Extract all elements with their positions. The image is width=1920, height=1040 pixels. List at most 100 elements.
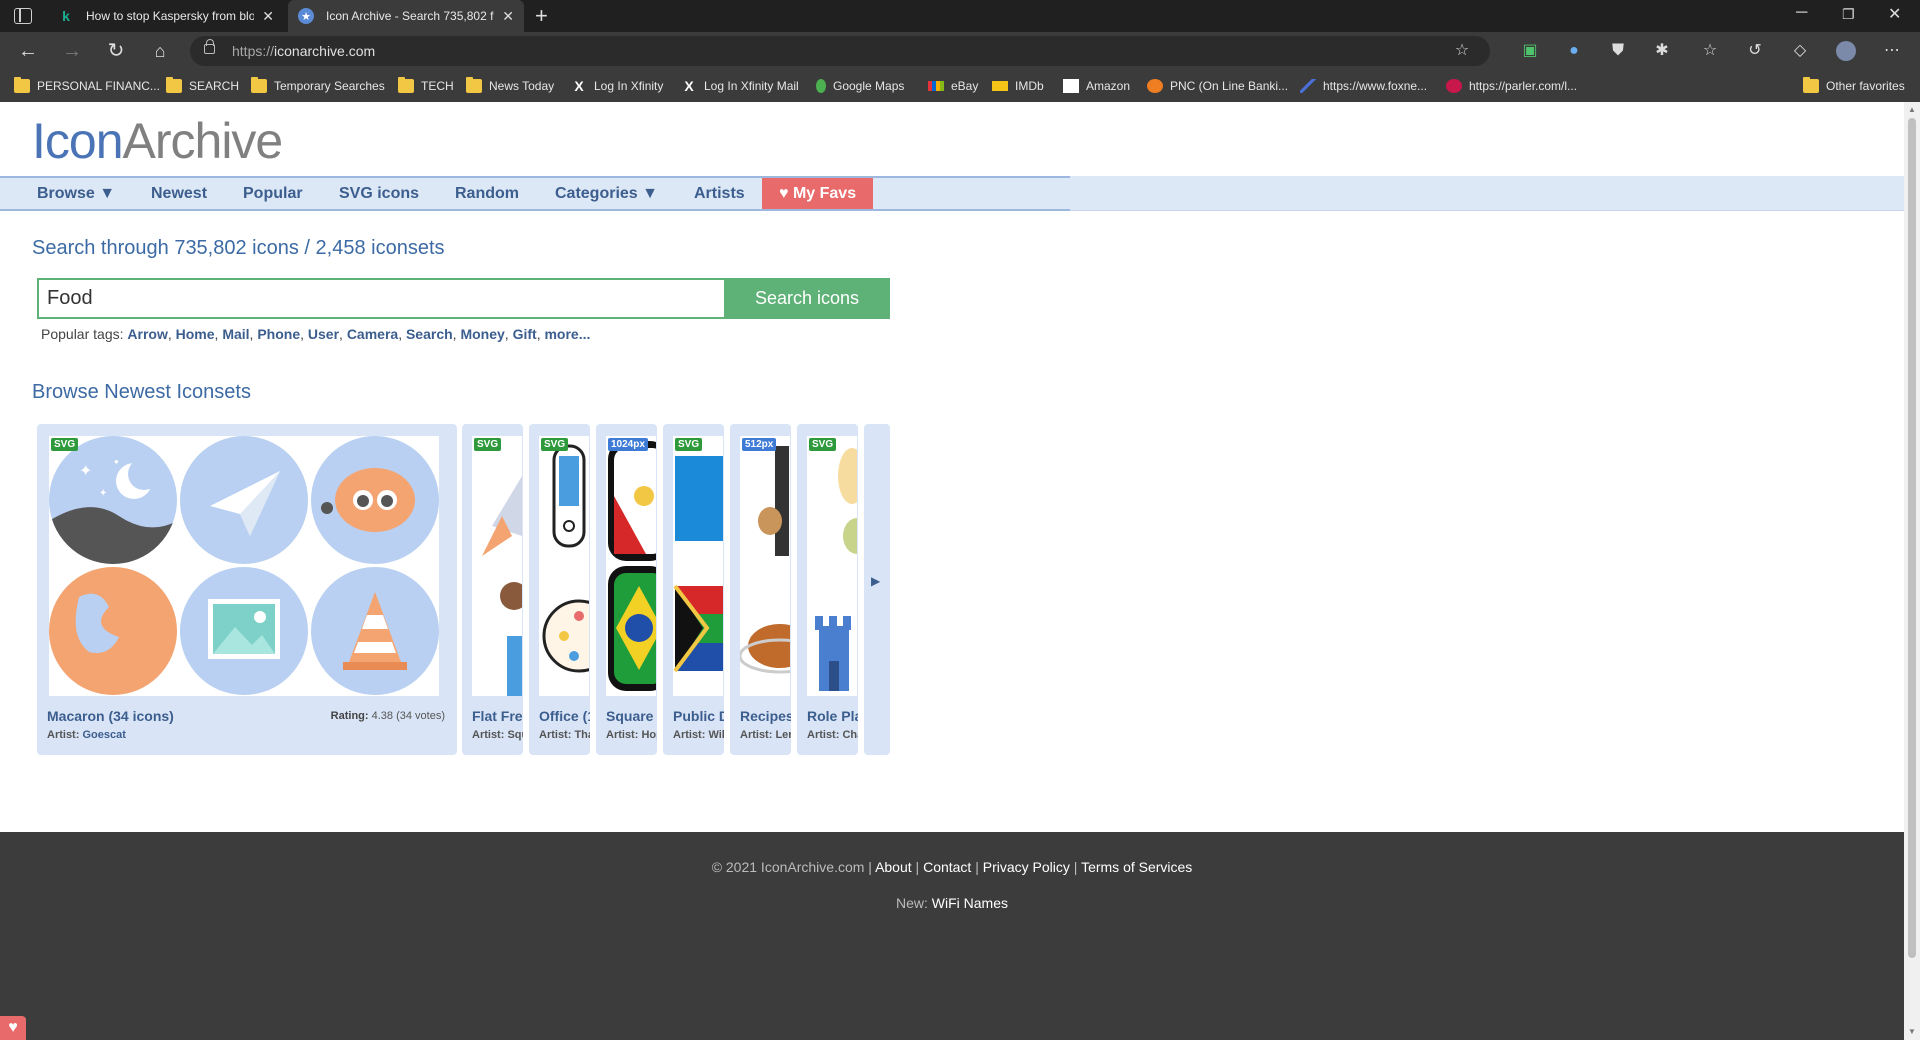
tab-icon-archive[interactable]: ★ Icon Archive - Search 735,802 fr ✕ [288,0,524,32]
address-bar[interactable]: https://iconarchive.com ☆ [190,36,1490,66]
bookmark-personal-finance[interactable]: PERSONAL FINANC... [14,76,160,96]
tag-link[interactable]: User [308,326,339,342]
favorites-heart-icon[interactable]: ♥ [0,1016,26,1040]
bookmark-xfinity[interactable]: X Log In Xfinity [571,76,663,96]
tag-link[interactable]: Mail [222,326,249,342]
restore-icon[interactable]: ❐ [1842,6,1855,23]
extension-icon[interactable]: ▣ [1520,41,1540,61]
history-icon[interactable]: ↺ [1745,41,1765,61]
extensions-puzzle-icon[interactable]: ✱ [1652,41,1672,61]
close-tab-icon[interactable]: ✕ [502,8,514,25]
iconset-card-office[interactable]: SVG Office (1 Artist: Tha [529,424,590,755]
nav-newest[interactable]: Newest [134,178,224,209]
bookmark-imdb[interactable]: IMDb [992,76,1044,96]
back-icon[interactable]: ← [16,39,40,63]
footer: © 2021 IconArchive.com | About | Contact… [0,832,1904,1040]
bookmark-temporary-searches[interactable]: Temporary Searches [251,76,385,96]
scroll-thumb[interactable] [1908,118,1916,958]
iconset-title[interactable]: Recipes [740,708,791,724]
bookmark-google-maps[interactable]: Google Maps [816,76,904,96]
iconset-title[interactable]: Public D [673,708,724,724]
tag-link[interactable]: Gift [513,326,537,342]
imdb-icon [992,81,1008,91]
nav-popular[interactable]: Popular [226,178,320,209]
menu-icon[interactable]: ⋯ [1882,41,1902,61]
iconset-card-macaron[interactable]: ✦ ✦ ● SVG Macaron (34 icons) Artist: Goesc… [37,424,457,755]
tab-kaspersky[interactable]: k How to stop Kaspersky from blo ✕ [48,0,284,32]
footer-about-link[interactable]: About [875,859,912,875]
fox-icon [1300,79,1316,93]
iconset-card-public-domain[interactable]: SVG Public D Artist: Wik [663,424,724,755]
search-input[interactable] [37,278,724,319]
iconset-title[interactable]: Square [606,708,653,724]
refresh-icon[interactable]: ↻ [104,39,128,63]
bookmark-amazon[interactable]: Amazon [1063,76,1130,96]
nav-artists[interactable]: Artists [677,178,762,209]
folder-icon [466,77,482,93]
favorites-icon[interactable]: ☆ [1700,41,1720,61]
bookmark-news-today[interactable]: News Today [466,76,554,96]
search-extension-icon[interactable]: ● [1564,41,1584,61]
home-icon[interactable]: ⌂ [148,39,172,63]
footer-privacy-link[interactable]: Privacy Policy [983,859,1070,875]
tag-link[interactable]: Arrow [127,326,167,342]
bookmark-parler[interactable]: https://parler.com/l... [1446,76,1577,96]
scroll-up-icon[interactable]: ▲ [1908,106,1916,114]
next-iconsets-button[interactable]: ▶ [864,424,890,755]
nav-my-favs[interactable]: ♥ My Favs [762,178,874,209]
page-scrollbar[interactable]: ▲ ▼ [1904,102,1920,1040]
iconset-card-flat-free[interactable]: SVG Flat Free Artist: Squ [462,424,523,755]
artist-link[interactable]: Goescat [82,729,125,741]
nav-browse[interactable]: Browse ▼ [20,178,132,209]
more-tags-link[interactable]: more... [544,326,590,342]
wifi-names-link[interactable]: WiFi Names [932,895,1008,911]
iconset-preview: SVG [807,436,857,696]
collections-icon[interactable]: ◇ [1790,41,1810,61]
iconset-title[interactable]: Flat Free [472,708,523,724]
bookmark-ebay[interactable]: eBay [928,76,978,96]
tab-strip: k How to stop Kaspersky from blo ✕ ★ Ico… [0,0,1920,32]
avatar[interactable] [1836,41,1856,61]
shield-icon[interactable]: ⛊ [1608,41,1628,61]
footer-links: © 2021 IconArchive.com | About | Contact… [711,859,1193,875]
bookmark-xfinity-mail[interactable]: X Log In Xfinity Mail [681,76,798,96]
folder-icon [166,77,182,93]
iconset-title[interactable]: Office (1 [539,708,590,724]
footer-terms-link[interactable]: Terms of Services [1081,859,1192,875]
tag-link[interactable]: Phone [257,326,300,342]
site-logo[interactable]: IconArchive [32,112,283,170]
forward-icon[interactable]: → [60,39,84,63]
footer-contact-link[interactable]: Contact [923,859,971,875]
nav-random[interactable]: Random [438,178,536,209]
iconset-title[interactable]: Role Pla [807,708,858,724]
bookmark-search[interactable]: SEARCH [166,76,239,96]
tag-link[interactable]: Search [406,326,453,342]
new-tab-icon[interactable]: + [535,3,548,29]
x-icon: X [684,78,694,94]
nav-categories[interactable]: Categories ▼ [538,178,675,209]
add-favorite-icon[interactable]: ☆ [1452,41,1472,61]
tag-link[interactable]: Home [176,326,215,342]
bookmark-pnc[interactable]: PNC (On Line Banki... [1147,76,1288,96]
iconset-card-square[interactable]: 1024px Square Artist: Hop [596,424,657,755]
amazon-icon [1063,79,1079,93]
iconset-card-role-play[interactable]: SVG Role Pla Artist: Cha [797,424,858,755]
nav-svg-icons[interactable]: SVG icons [322,178,436,209]
bookmark-foxnews[interactable]: https://www.foxne... [1300,76,1427,96]
tag-link[interactable]: Camera [347,326,398,342]
bookmark-tech[interactable]: TECH [398,76,454,96]
scroll-down-icon[interactable]: ▼ [1908,1028,1916,1036]
close-tab-icon[interactable]: ✕ [262,8,274,25]
x-icon: X [574,78,584,94]
iconset-preview[interactable]: ✦ ✦ ● SVG [49,436,439,696]
tag-link[interactable]: Money [460,326,504,342]
search-icons-button[interactable]: Search icons [724,278,890,319]
bookmark-other-favorites[interactable]: Other favorites [1803,76,1905,96]
iconset-rating: Rating: 4.38 (34 votes) [330,710,445,722]
tab-actions-icon[interactable] [14,8,32,24]
close-window-icon[interactable]: ✕ [1888,4,1901,24]
iconset-card-recipes[interactable]: 512px Recipes Artist: Ler [730,424,791,755]
minimize-icon[interactable]: ─ [1796,4,1807,22]
iconset-title[interactable]: Macaron (34 icons) [47,708,174,724]
maps-pin-icon [816,79,826,93]
